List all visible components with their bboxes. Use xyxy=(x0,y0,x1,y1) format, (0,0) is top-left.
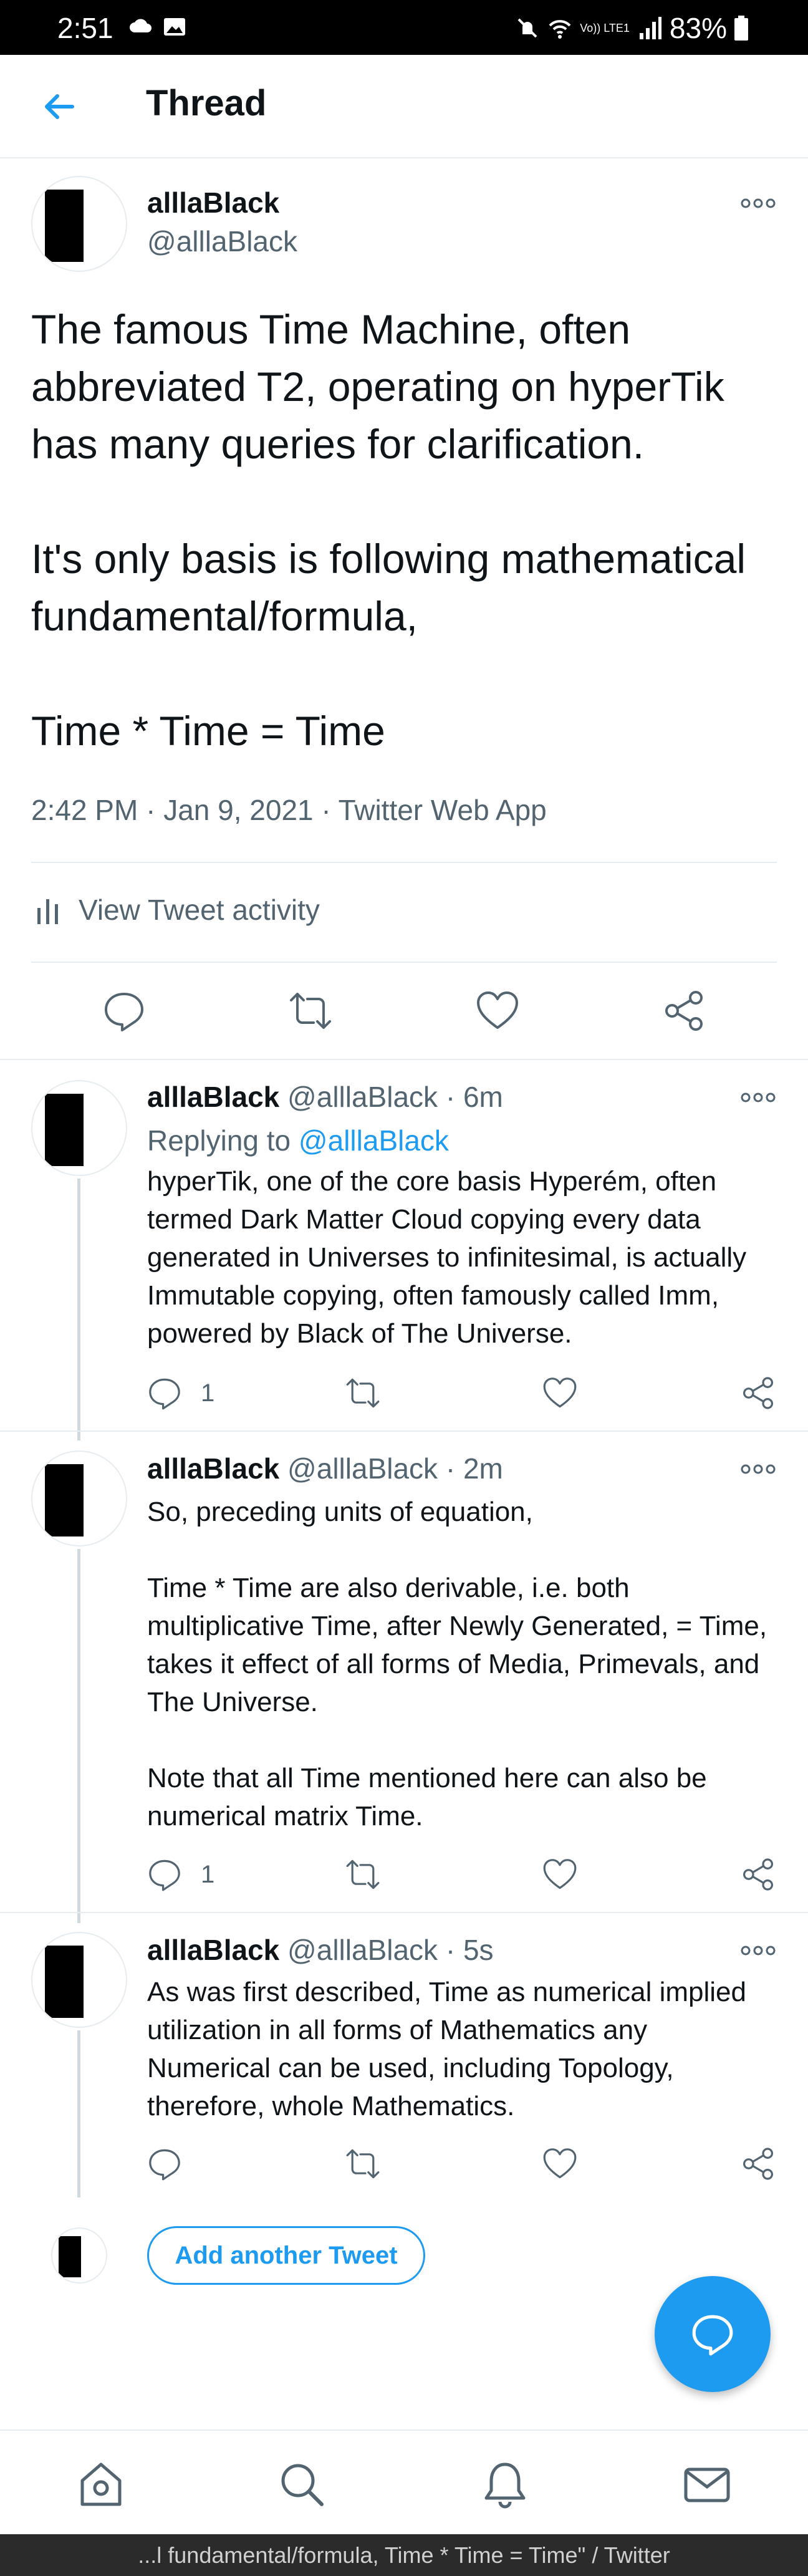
heart-icon xyxy=(543,1377,577,1408)
bell-icon[interactable] xyxy=(480,2459,530,2509)
share-button[interactable] xyxy=(741,1374,776,1412)
reply-icon xyxy=(149,1860,180,1891)
reply-header: alllaBlack @alllaBlack · 5s xyxy=(147,1933,494,1967)
compose-reply-button[interactable] xyxy=(655,2276,771,2392)
reply-icon xyxy=(149,1378,180,1410)
tweet-meta: 2:42 PM · Jan 9, 2021 · Twitter Web App xyxy=(31,794,547,826)
divider xyxy=(0,1430,808,1432)
thread-line xyxy=(77,1179,80,1440)
retweet-icon xyxy=(346,1860,380,1889)
battery-icon xyxy=(734,16,748,41)
retweet-icon xyxy=(346,1378,380,1408)
home-icon[interactable] xyxy=(76,2459,126,2509)
heart-icon xyxy=(543,2148,577,2179)
activity-icon xyxy=(37,899,58,924)
divider xyxy=(31,862,777,863)
reply-icon xyxy=(692,2315,733,2356)
heart-icon xyxy=(543,1859,577,1889)
share-button[interactable] xyxy=(662,989,706,1033)
share-icon xyxy=(743,1858,773,1891)
divider xyxy=(0,1059,808,1060)
author-handle[interactable]: @alllaBlack xyxy=(287,1452,438,1485)
wifi-icon xyxy=(549,20,571,39)
share-icon xyxy=(743,1377,773,1409)
cloud-icon xyxy=(130,19,152,32)
like-button[interactable] xyxy=(542,1856,577,1893)
avatar[interactable] xyxy=(31,1932,127,2028)
thread-line xyxy=(77,1549,80,1923)
avatar[interactable] xyxy=(31,1450,127,1546)
retweet-icon xyxy=(346,2149,380,2179)
battery-percent: 83% xyxy=(669,12,727,44)
reply-time: · 6m xyxy=(445,1081,503,1113)
share-icon xyxy=(743,2148,773,2180)
network-label: Vo)) LTE1 xyxy=(580,22,630,34)
reply-button[interactable] xyxy=(147,2145,201,2183)
view-activity-link[interactable]: View Tweet activity xyxy=(35,893,320,927)
replying-to: Replying to @alllaBlack xyxy=(147,1124,449,1157)
author-name[interactable]: alllaBlack xyxy=(147,1934,279,1966)
share-button[interactable] xyxy=(741,1856,776,1893)
back-arrow-icon[interactable] xyxy=(40,87,79,126)
reply-time: · 2m xyxy=(445,1452,503,1485)
reply-button[interactable] xyxy=(102,989,146,1033)
thread-line xyxy=(77,2030,80,2197)
reply-count: 1 xyxy=(201,1379,215,1407)
more-options-icon[interactable] xyxy=(739,196,777,211)
bottom-nav xyxy=(0,2429,808,2534)
add-another-tweet-button[interactable]: Add another Tweet xyxy=(147,2226,425,2285)
reply-header: alllaBlack @alllaBlack · 2m xyxy=(147,1452,503,1485)
mute-icon xyxy=(517,18,537,38)
status-time: 2:51 xyxy=(57,12,113,44)
author-handle[interactable]: @alllaBlack xyxy=(287,1934,438,1966)
more-options-icon[interactable] xyxy=(739,1943,777,1958)
tweet-text: The famous Time Machine, often abbreviat… xyxy=(31,306,746,754)
avatar[interactable] xyxy=(31,176,127,272)
reply-text: As was first described, Time as numerica… xyxy=(147,1977,746,2121)
reply-button[interactable]: 1 xyxy=(147,1856,214,1893)
thread-header: Thread xyxy=(0,55,808,158)
retweet-button[interactable] xyxy=(289,989,332,1033)
retweet-icon xyxy=(290,993,331,1029)
reply-count: 1 xyxy=(201,1860,215,1888)
retweet-button[interactable] xyxy=(345,2145,380,2183)
share-button[interactable] xyxy=(741,2145,776,2183)
reply-button[interactable]: 1 xyxy=(147,1374,214,1412)
like-button[interactable] xyxy=(542,1374,577,1412)
like-button[interactable] xyxy=(542,2145,577,2183)
retweet-button[interactable] xyxy=(345,1374,380,1412)
author-handle[interactable]: @alllaBlack xyxy=(287,1081,438,1113)
system-caption: ...l fundamental/formula, Time * Time = … xyxy=(0,2534,808,2576)
status-bar: 2:51 Vo)) LTE1 83% xyxy=(0,0,808,55)
page-title: Thread xyxy=(146,83,267,123)
reply-text: So, preceding units of equation, Time * … xyxy=(147,1497,767,1831)
divider xyxy=(31,962,777,963)
replying-to-link[interactable]: @alllaBlack xyxy=(299,1124,449,1157)
mail-icon[interactable] xyxy=(682,2459,732,2509)
author-name[interactable]: alllaBlack xyxy=(147,1452,279,1485)
more-options-icon[interactable] xyxy=(739,1090,777,1105)
activity-label: View Tweet activity xyxy=(79,894,320,926)
reply-time: · 5s xyxy=(445,1934,494,1966)
divider xyxy=(0,1912,808,1913)
avatar xyxy=(51,2227,107,2284)
replying-prefix: Replying to xyxy=(147,1124,291,1157)
search-icon[interactable] xyxy=(277,2459,327,2509)
reply-icon xyxy=(149,2149,180,2181)
reply-header: alllaBlack @alllaBlack · 6m xyxy=(147,1080,503,1114)
reply-icon xyxy=(105,993,143,1031)
author-handle[interactable]: @alllaBlack xyxy=(147,224,297,258)
retweet-button[interactable] xyxy=(345,1856,380,1893)
author-name[interactable]: alllaBlack xyxy=(147,1081,279,1113)
signal-icon xyxy=(639,17,661,39)
more-options-icon[interactable] xyxy=(739,1462,777,1477)
like-button[interactable] xyxy=(476,989,519,1033)
avatar[interactable] xyxy=(31,1080,127,1176)
heart-icon xyxy=(477,991,518,1029)
share-icon xyxy=(665,991,703,1031)
gallery-icon xyxy=(164,18,185,36)
reply-text: hyperTik, one of the core basis Hyperém,… xyxy=(147,1166,747,1349)
author-name[interactable]: alllaBlack xyxy=(147,186,279,219)
